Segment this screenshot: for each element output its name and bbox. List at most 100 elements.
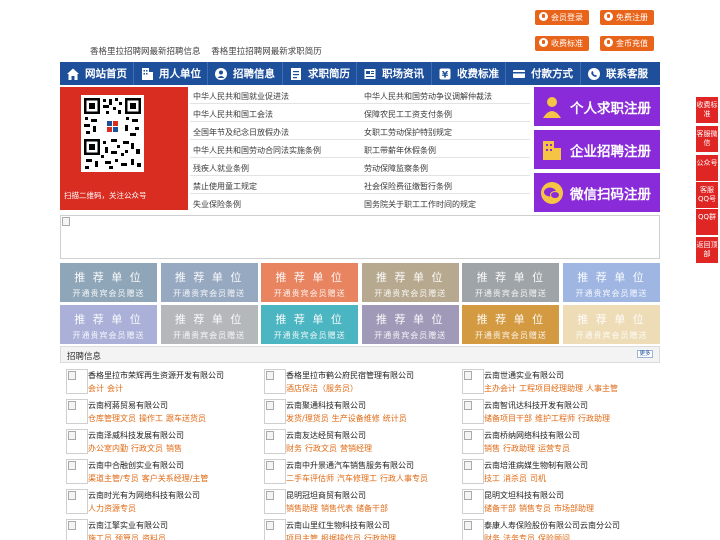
recommended-unit-tile[interactable]: 推 荐 单 位开通贵宾会员赠送	[60, 263, 157, 302]
company-logo[interactable]	[66, 519, 88, 540]
job-link[interactable]: 工程项目经理助理	[519, 384, 583, 393]
company-logo[interactable]	[66, 429, 88, 454]
job-link[interactable]: 操作工	[139, 414, 163, 423]
job-link[interactable]: 报据操作员	[321, 534, 361, 540]
law-link[interactable]: 中华人民共和国劳动合同法实施条例	[193, 145, 321, 156]
job-link[interactable]: 酒店保洁（服务员）	[286, 384, 358, 393]
login-button[interactable]: 会员登录	[535, 10, 589, 25]
personal-register-button[interactable]: 个人求职注册	[534, 87, 660, 126]
company-name-link[interactable]: 昆明文坦科技有限公司	[484, 490, 564, 501]
nav-employers[interactable]: 用人单位	[134, 62, 207, 85]
company-name-link[interactable]: 云南智讯达科技开发有限公司	[484, 400, 588, 411]
company-name-link[interactable]: 香格里拉市鹤公府民宿管理有限公司	[286, 370, 414, 381]
coin-recharge-button[interactable]: 金币充值	[600, 36, 654, 51]
law-link[interactable]: 国务院关于职工工作时间的规定	[364, 199, 476, 210]
company-name-link[interactable]: 云南中合融创实业有限公司	[88, 460, 184, 471]
job-link[interactable]: 渠道主管/专员	[88, 474, 139, 483]
wechat-register-button[interactable]: 微信扫码注册	[534, 173, 660, 212]
side-qq-group[interactable]: QQ群	[696, 209, 718, 235]
nav-customer-service[interactable]: 联系客服	[581, 62, 660, 85]
company-name-link[interactable]: 昆明冠坦商贸有限公司	[286, 490, 366, 501]
company-logo[interactable]	[264, 489, 286, 514]
job-link[interactable]: 技工	[484, 474, 500, 483]
law-link[interactable]: 中华人民共和国劳动争议调解仲裁法	[364, 91, 492, 102]
company-name-link[interactable]: 香格里拉市荣辉再生资源开发有限公司	[88, 370, 224, 381]
job-link[interactable]: 统计员	[383, 414, 407, 423]
fee-standard-button[interactable]: 收费标准	[535, 36, 589, 51]
job-link[interactable]: 营销经理	[340, 444, 372, 453]
job-link[interactable]: 市场部助理	[554, 504, 594, 513]
law-link[interactable]: 中华人民共和国工会法	[193, 109, 273, 120]
recommended-unit-tile[interactable]: 推 荐 单 位开通贵宾会员赠送	[261, 263, 359, 302]
job-link[interactable]: 销售代表	[321, 504, 353, 513]
company-logo[interactable]	[462, 519, 484, 540]
nav-payment[interactable]: 付款方式	[506, 62, 580, 85]
company-name-link[interactable]: 云南桥纳网络科技有限公司	[484, 430, 580, 441]
company-logo[interactable]	[462, 459, 484, 484]
company-logo[interactable]	[462, 429, 484, 454]
company-logo[interactable]	[264, 429, 286, 454]
job-link[interactable]: 人事主管	[586, 384, 618, 393]
job-link[interactable]: 行政文员	[305, 444, 337, 453]
company-name-link[interactable]: 云南山里红生物科技有限公司	[286, 520, 390, 531]
company-name-link[interactable]: 云南江擎实业有限公司	[88, 520, 168, 531]
company-logo[interactable]	[66, 489, 88, 514]
job-link[interactable]: 保险顾问	[538, 534, 570, 540]
nav-resumes[interactable]: 求职简历	[283, 62, 356, 85]
company-name-link[interactable]: 云南中升景通汽车销售服务有限公司	[286, 460, 414, 471]
law-link[interactable]: 禁止使用童工规定	[193, 181, 257, 192]
ad-banner[interactable]	[60, 215, 660, 259]
law-link[interactable]: 社会保险费征缴暂行条例	[364, 181, 452, 192]
company-logo[interactable]	[66, 459, 88, 484]
company-logo[interactable]	[264, 369, 286, 394]
law-link[interactable]: 全国年节及纪念日放假办法	[193, 127, 289, 138]
recommended-unit-tile[interactable]: 推 荐 单 位开通贵宾会员赠送	[361, 305, 459, 344]
law-link[interactable]: 残疾人就业条例	[193, 163, 249, 174]
job-link[interactable]: 行政文员	[131, 444, 163, 453]
law-link[interactable]: 劳动保障监察条例	[364, 163, 428, 174]
company-name-link[interactable]: 云南泽威科技发展有限公司	[88, 430, 184, 441]
law-link[interactable]: 女职工劳动保护特别规定	[364, 127, 452, 138]
job-link[interactable]: 项目主管	[286, 534, 318, 540]
recommended-unit-tile[interactable]: 推 荐 单 位开通贵宾会员赠送	[563, 305, 660, 344]
register-button[interactable]: 免费注册	[600, 10, 654, 25]
job-link[interactable]: 办公室内勤	[88, 444, 128, 453]
enterprise-register-button[interactable]: 企业招聘注册	[534, 130, 660, 169]
job-link[interactable]: 行政助理	[364, 534, 396, 540]
company-logo[interactable]	[264, 519, 286, 540]
job-link[interactable]: 跟车送货员	[166, 414, 206, 423]
recommended-unit-tile[interactable]: 推 荐 单 位开通贵宾会员赠送	[160, 263, 258, 302]
company-name-link[interactable]: 云南友达经贸有限公司	[286, 430, 366, 441]
side-official-account[interactable]: 公众号	[696, 155, 718, 181]
job-link[interactable]: 汽车修理工	[337, 474, 377, 483]
latest-jobs-link[interactable]: 香格里拉招聘网最新招聘信息	[90, 47, 201, 57]
recommended-unit-tile[interactable]: 推 荐 单 位开通贵宾会员赠送	[462, 305, 560, 344]
company-name-link[interactable]: 云南培淮病媒生物制有限公司	[484, 460, 588, 471]
company-logo[interactable]	[462, 369, 484, 394]
more-button[interactable]: 更多	[637, 350, 653, 358]
nav-career-news[interactable]: 职场资讯	[357, 62, 431, 85]
company-logo[interactable]	[462, 399, 484, 424]
job-link[interactable]: 法务专员	[503, 534, 535, 540]
company-logo[interactable]	[462, 489, 484, 514]
company-logo[interactable]	[264, 459, 286, 484]
job-link[interactable]: 销售专员	[519, 504, 551, 513]
company-logo[interactable]	[66, 369, 88, 394]
job-link[interactable]: 储备项目干部	[484, 414, 532, 423]
law-link[interactable]: 保障农民工工资支付条例	[364, 109, 452, 120]
side-service-qq[interactable]: 客服QQ号	[696, 182, 718, 208]
job-link[interactable]: 资料员	[142, 534, 166, 540]
job-link[interactable]: 二手车评估师	[286, 474, 334, 483]
company-name-link[interactable]: 云南聚通科技有限公司	[286, 400, 366, 411]
company-logo[interactable]	[264, 399, 286, 424]
job-link[interactable]: 施工员	[88, 534, 112, 540]
company-name-link[interactable]: 泰康人寿保险股份有限公司云南分公司	[484, 520, 620, 531]
recommended-unit-tile[interactable]: 推 荐 单 位开通贵宾会员赠送	[160, 305, 258, 344]
job-link[interactable]: 储备干部	[484, 504, 516, 513]
job-link[interactable]: 预算员	[115, 534, 139, 540]
side-fee-standard[interactable]: 收费标准	[696, 97, 718, 123]
job-link[interactable]: 行政助理	[503, 444, 535, 453]
job-link[interactable]: 行政助理	[578, 414, 610, 423]
job-link[interactable]: 维护工程师	[535, 414, 575, 423]
recommended-unit-tile[interactable]: 推 荐 单 位开通贵宾会员赠送	[563, 263, 660, 302]
